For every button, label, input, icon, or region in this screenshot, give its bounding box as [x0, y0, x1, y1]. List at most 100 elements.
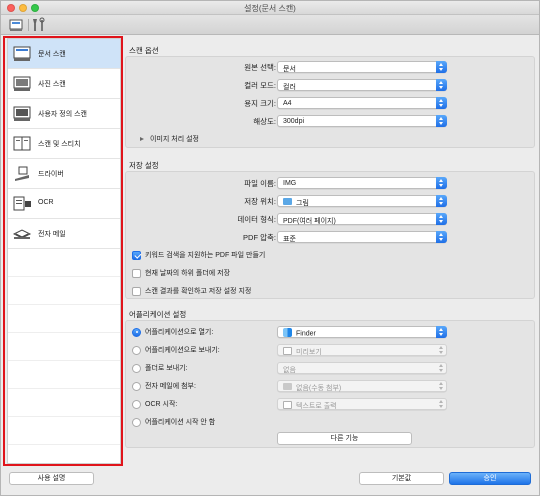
scan-options-panel: 원본 선택: 문서 컬러 모드: 컬러 용지 크기: A4 해상도: 300dp…	[125, 56, 535, 148]
send-to-folder-label: 폴더로 보내기:	[145, 365, 188, 372]
radio-icon	[132, 399, 141, 409]
chevron-updown-icon	[436, 195, 447, 207]
title-bar: 설정(문서 스캔)	[1, 1, 539, 15]
sidebar-item-driver[interactable]: 드라이버	[8, 159, 120, 189]
open-with-value: Finder	[296, 329, 316, 337]
check-results-checkbox[interactable]: 스캔 결과를 확인하고 저장 설정 지정	[132, 286, 251, 296]
color-mode-select[interactable]: 컬러	[277, 79, 447, 91]
image-processing-label: 이미지 처리 설정	[150, 136, 199, 143]
scan-stitch-icon	[13, 135, 33, 153]
save-in-text: 그림	[283, 198, 309, 208]
data-format-value: PDF(여러 페이지)	[283, 217, 336, 225]
scan-settings-icon[interactable]	[9, 17, 25, 33]
paper-size-select[interactable]: A4	[277, 97, 447, 109]
chevron-updown-icon	[436, 326, 447, 338]
resolution-label: 해상도:	[253, 117, 276, 126]
start-ocr-value: 텍스트로 출력	[296, 402, 337, 410]
check-results-label: 스캔 결과를 확인하고 저장 설정 지정	[145, 288, 252, 295]
chevron-updown-icon	[436, 97, 447, 109]
radio-icon	[132, 381, 141, 391]
app-settings-title: 어플리케이션 설정	[129, 310, 187, 319]
open-with-text: Finder	[283, 327, 316, 338]
sidebar-item-photo-scan[interactable]: 사진 스캔	[8, 69, 120, 99]
sidebar-empty-row	[8, 361, 120, 389]
keyword-pdf-label: 키워드 검색을 지원하는 PDF 파일 만들기	[145, 252, 266, 259]
checkbox-checked-icon	[132, 250, 141, 260]
sidebar-item-custom-scan[interactable]: 사용자 정의 스캔	[8, 99, 120, 129]
sidebar-empty-row	[8, 389, 120, 417]
file-name-label: 파일 이름:	[244, 179, 276, 188]
sidebar-empty-row	[8, 333, 120, 361]
data-format-select[interactable]: PDF(여러 페이지)	[277, 213, 447, 225]
pdf-compression-select[interactable]: 표준	[277, 231, 447, 243]
no-app-radio[interactable]: 어플리케이션 시작 안 함	[132, 417, 215, 427]
scan-options-title: 스캔 옵션	[129, 46, 159, 55]
open-with-label: 어플리케이션으로 열기:	[145, 329, 214, 336]
attach-email-select[interactable]: 없음(수동 첨부)	[277, 380, 447, 392]
sidebar-item-label: 스캔 및 스티치	[38, 141, 81, 148]
pdf-compression-label: PDF 압축:	[243, 233, 276, 242]
radio-icon	[132, 363, 141, 373]
sidebar-item-label: 전자 메일	[38, 231, 66, 238]
send-to-folder-radio[interactable]: 폴더로 보내기:	[132, 363, 188, 373]
open-with-select[interactable]: Finder	[277, 326, 447, 338]
start-ocr-radio[interactable]: OCR 시작:	[132, 399, 177, 409]
sidebar-empty-row	[8, 249, 120, 277]
send-to-folder-select[interactable]: 없음	[277, 362, 447, 374]
tools-icon[interactable]	[31, 17, 47, 33]
save-in-label: 저장 위치:	[244, 197, 276, 206]
settings-pane: 스캔 옵션 원본 선택: 문서 컬러 모드: 컬러 용지 크기: A4 해상도:…	[125, 38, 535, 464]
start-ocr-label: OCR 시작:	[145, 401, 178, 408]
resolution-value: 300dpi	[283, 117, 305, 125]
attach-email-label: 전자 메일에 첨부:	[145, 383, 196, 390]
sidebar-item-label: OCR	[38, 199, 54, 206]
scan-type-sidebar: 문서 스캔 사진 스캔 사용자 정의 스캔 스캔 및 스티치 드라이버 OCR …	[7, 38, 121, 464]
window-title: 설정(문서 스캔)	[244, 4, 296, 13]
sidebar-item-label: 사진 스캔	[38, 81, 66, 88]
send-to-app-text: 미리보기	[283, 346, 322, 357]
settings-window: 설정(문서 스캔) 문서 스캔 사진 스캔 사용자 정의 스캔 스캔 및 스티치…	[0, 0, 540, 496]
defaults-button[interactable]: 기본값	[359, 472, 444, 485]
save-in-select[interactable]: 그림	[277, 195, 447, 207]
sidebar-item-document-scan[interactable]: 문서 스캔	[8, 39, 120, 69]
file-name-select[interactable]: IMG	[277, 177, 447, 189]
sidebar-empty-row	[8, 305, 120, 333]
ok-button[interactable]: 승인	[449, 472, 531, 485]
sidebar-item-email[interactable]: 전자 메일	[8, 219, 120, 249]
sidebar-item-scan-stitch[interactable]: 스캔 및 스티치	[8, 129, 120, 159]
chevron-updown-icon	[436, 115, 447, 127]
radio-selected-icon	[132, 327, 141, 337]
send-to-app-radio[interactable]: 어플리케이션으로 보내기:	[132, 345, 220, 355]
start-ocr-select[interactable]: 텍스트로 출력	[277, 398, 447, 410]
custom-scan-icon	[13, 105, 33, 123]
subfolder-checkbox[interactable]: 현재 날짜의 하위 폴더에 저장	[132, 268, 230, 278]
open-with-radio[interactable]: 어플리케이션으로 열기:	[132, 327, 213, 337]
chevron-updown-icon	[436, 213, 447, 225]
source-value: 문서	[283, 65, 296, 73]
pdf-compression-value: 표준	[283, 235, 296, 243]
chevron-updown-icon	[436, 231, 447, 243]
more-functions-button[interactable]: 다른 기능	[277, 432, 412, 445]
chevron-updown-icon	[436, 61, 447, 73]
checkbox-icon	[132, 286, 141, 296]
keyword-pdf-checkbox[interactable]: 키워드 검색을 지원하는 PDF 파일 만들기	[132, 250, 265, 260]
send-to-app-select[interactable]: 미리보기	[277, 344, 447, 356]
checkbox-icon	[132, 268, 141, 278]
image-processing-disclosure[interactable]: 이미지 처리 설정	[140, 134, 199, 144]
finder-icon	[283, 327, 292, 337]
send-to-folder-value: 없음	[283, 366, 296, 374]
resolution-select[interactable]: 300dpi	[277, 115, 447, 127]
subfolder-label: 현재 날짜의 하위 폴더에 저장	[145, 270, 231, 277]
radio-icon	[132, 345, 141, 355]
instructions-button[interactable]: 사용 설명	[9, 472, 94, 485]
source-select[interactable]: 문서	[277, 61, 447, 73]
attach-email-value: 없음(수동 첨부)	[296, 384, 342, 392]
chevron-updown-icon	[436, 380, 447, 392]
photo-scan-icon	[13, 75, 33, 93]
color-mode-label: 컬러 모드:	[244, 81, 276, 90]
folder-icon	[283, 198, 292, 206]
attach-email-radio[interactable]: 전자 메일에 첨부:	[132, 381, 196, 391]
sidebar-item-label: 문서 스캔	[38, 51, 66, 58]
sidebar-item-ocr[interactable]: OCR	[8, 189, 120, 219]
sidebar-empty-row	[8, 277, 120, 305]
